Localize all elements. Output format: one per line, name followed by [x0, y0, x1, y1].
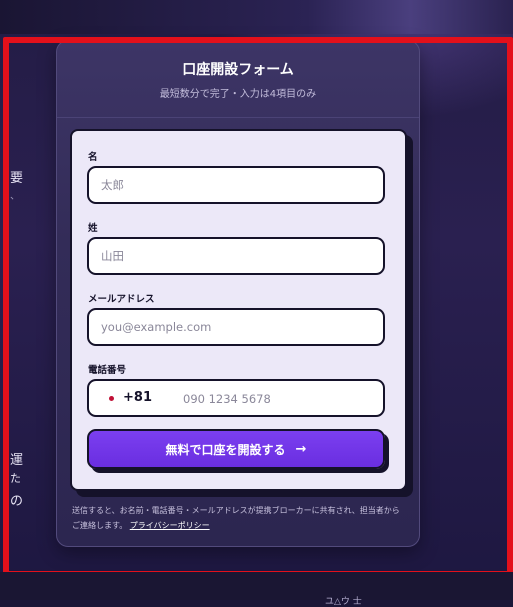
bottom-text: ユ△ウ 士 [325, 597, 362, 607]
bottom-strip [0, 572, 513, 600]
highlight-frame [3, 37, 513, 577]
top-banner-strip [0, 0, 513, 34]
